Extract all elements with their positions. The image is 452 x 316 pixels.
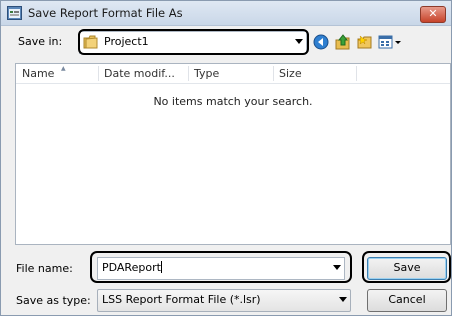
column-divider[interactable]	[356, 66, 357, 81]
cancel-button[interactable]: Cancel	[367, 289, 447, 312]
save-as-type-value: LSS Report Format File (*.lsr)	[102, 293, 261, 306]
save-as-type-dropdown[interactable]: LSS Report Format File (*.lsr)	[97, 289, 351, 312]
back-icon[interactable]	[313, 34, 329, 50]
save-button-highlight	[362, 251, 451, 283]
save-in-highlight	[78, 29, 309, 55]
app-icon	[7, 6, 22, 20]
chevron-down-icon[interactable]	[339, 297, 347, 302]
file-name-highlight	[90, 251, 352, 283]
save-as-type-label: Save as type:	[16, 294, 91, 307]
views-menu-icon[interactable]	[378, 34, 402, 50]
file-name-label: File name:	[16, 262, 73, 275]
column-header-row: Name ▲ Date modif... Type Size	[16, 64, 450, 84]
up-folder-icon[interactable]	[335, 34, 351, 50]
column-date-modified[interactable]: Date modif...	[98, 64, 175, 83]
empty-message: No items match your search.	[153, 95, 313, 108]
file-list[interactable]: Name ▲ Date modif... Type Size No items …	[15, 63, 451, 245]
new-folder-icon[interactable]	[357, 34, 373, 50]
sort-ascending-icon: ▲	[61, 65, 66, 72]
save-as-dialog: Save Report Format File As ✕ Save in: Pr…	[0, 0, 452, 316]
column-size[interactable]: Size	[273, 64, 302, 83]
column-type[interactable]: Type	[188, 64, 219, 83]
save-in-label: Save in:	[18, 35, 63, 48]
title-bar[interactable]: Save Report Format File As ✕	[1, 1, 451, 26]
window-title: Save Report Format File As	[28, 6, 183, 20]
close-icon: ✕	[428, 7, 438, 20]
column-name[interactable]: Name	[16, 64, 54, 83]
close-button[interactable]: ✕	[420, 6, 446, 23]
